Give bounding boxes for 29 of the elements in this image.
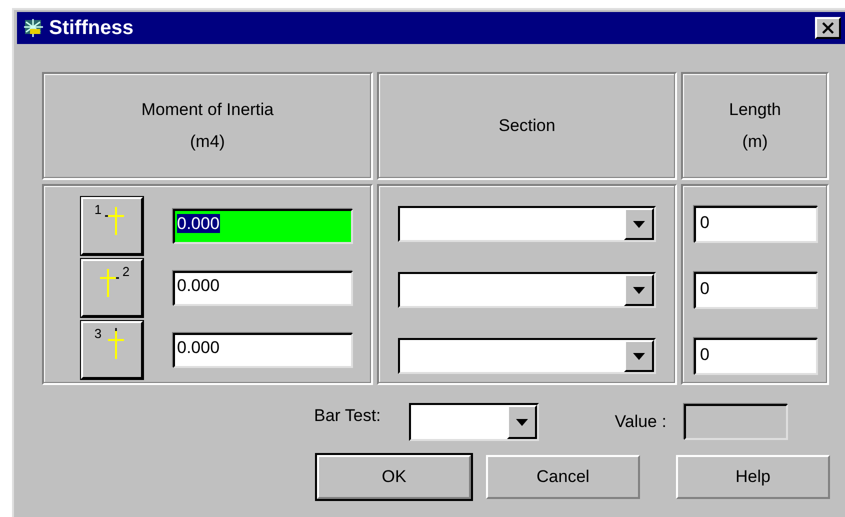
axis-button[interactable]: 3 xyxy=(81,321,143,379)
length-field[interactable]: 0 xyxy=(694,272,818,309)
caret-icon xyxy=(633,286,645,294)
app-icon xyxy=(23,17,45,39)
close-icon xyxy=(821,22,835,34)
column-header: Section xyxy=(377,72,677,180)
window-title: Stiffness xyxy=(49,16,134,40)
dialog-button[interactable]: Help xyxy=(676,455,830,499)
length-field[interactable]: 0 xyxy=(694,206,818,243)
dialog-button[interactable]: Cancel xyxy=(486,455,640,499)
bar-test-dropdown[interactable] xyxy=(408,403,539,441)
column-header: Length (m) xyxy=(681,72,829,180)
section-dropdown[interactable] xyxy=(398,338,656,374)
inertia-field[interactable]: 0.000 xyxy=(173,270,353,306)
section-dropdown[interactable] xyxy=(398,272,656,308)
axis-button[interactable]: 1 xyxy=(81,197,143,255)
caret-icon xyxy=(633,352,645,360)
length-field[interactable]: 0 xyxy=(694,338,818,375)
caret-icon xyxy=(633,220,645,228)
caret-icon xyxy=(516,418,528,426)
section-dropdown[interactable] xyxy=(398,206,656,242)
bar-test-label: Bar Test: xyxy=(314,406,381,426)
column-header: Moment of Inertia (m4) xyxy=(42,72,373,180)
inertia-field[interactable]: 0.000 xyxy=(173,208,353,244)
close-button[interactable] xyxy=(815,17,841,39)
dialog-button[interactable]: OK xyxy=(317,455,471,499)
inertia-field[interactable]: 0.000 xyxy=(173,332,353,368)
value-label: Value : xyxy=(614,412,666,432)
axis-button[interactable]: 2 xyxy=(81,259,143,317)
